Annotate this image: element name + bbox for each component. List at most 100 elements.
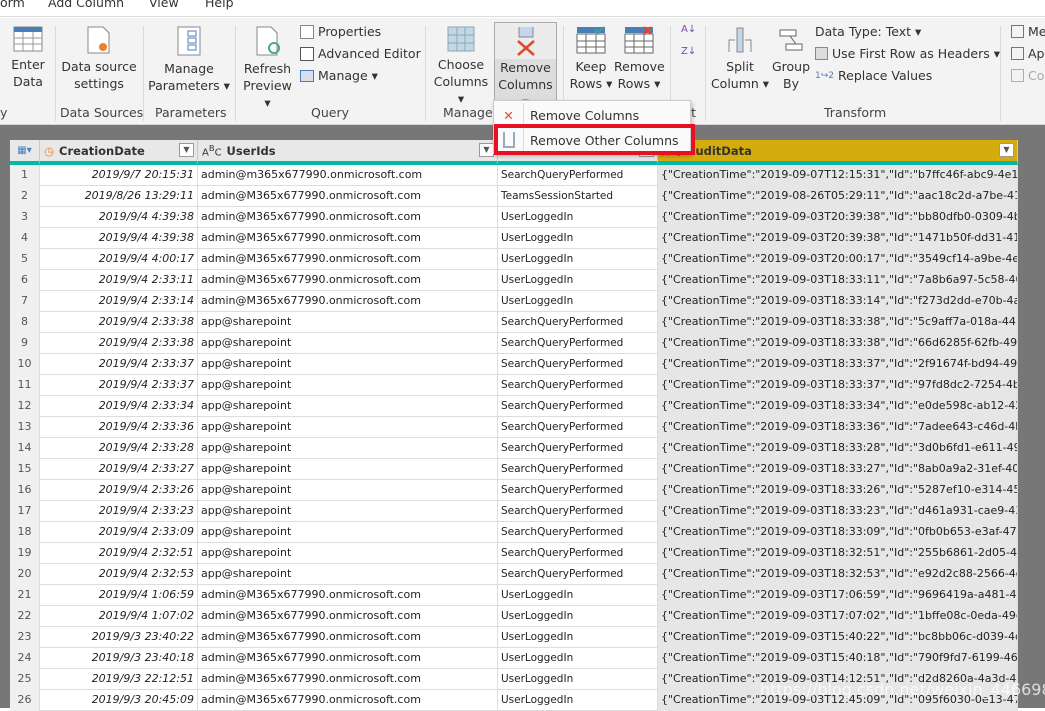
choose-columns-button[interactable]: Choose Columns ▾ bbox=[430, 26, 492, 107]
userids-cell[interactable]: app@sharepoint bbox=[198, 564, 498, 585]
row-number[interactable]: 4 bbox=[10, 228, 40, 249]
manage-parameters-button[interactable]: Manage Parameters ▾ bbox=[148, 26, 230, 94]
userids-cell[interactable]: admin@M365x677990.onmicrosoft.com bbox=[198, 585, 498, 606]
creation-date-cell[interactable]: 2019/9/7 20:15:31 bbox=[40, 165, 198, 186]
auditdata-cell[interactable]: {"CreationTime":"2019-09-03T18:33:36","I… bbox=[658, 417, 1018, 438]
auditdata-cell[interactable]: {"CreationTime":"2019-09-03T18:32:53","I… bbox=[658, 564, 1018, 585]
merge-queries-button[interactable]: Me bbox=[1011, 24, 1045, 39]
creation-date-cell[interactable]: 2019/9/4 2:33:23 bbox=[40, 501, 198, 522]
operation-cell[interactable]: SearchQueryPerformed bbox=[498, 417, 658, 438]
userids-cell[interactable]: app@sharepoint bbox=[198, 333, 498, 354]
combine-files-button[interactable]: Co bbox=[1011, 68, 1044, 83]
operation-cell[interactable]: UserLoggedIn bbox=[498, 291, 658, 312]
auditdata-cell[interactable]: {"CreationTime":"2019-09-03T18:33:38","I… bbox=[658, 312, 1018, 333]
row-number[interactable]: 22 bbox=[10, 606, 40, 627]
creation-date-cell[interactable]: 2019/9/4 2:33:37 bbox=[40, 375, 198, 396]
remove-columns-button[interactable]: RemoveColumns ▾ bbox=[494, 22, 557, 110]
operation-cell[interactable]: SearchQueryPerformed bbox=[498, 522, 658, 543]
tab-view[interactable]: View bbox=[149, 0, 179, 10]
filter-dropdown[interactable]: ▼ bbox=[999, 143, 1014, 157]
userids-cell[interactable]: admin@M365x677990.onmicrosoft.com bbox=[198, 207, 498, 228]
row-number[interactable]: 13 bbox=[10, 417, 40, 438]
split-column-button[interactable]: Split Column ▾ bbox=[710, 26, 770, 92]
row-number[interactable]: 17 bbox=[10, 501, 40, 522]
userids-cell[interactable]: app@sharepoint bbox=[198, 480, 498, 501]
auditdata-cell[interactable]: {"CreationTime":"2019-09-03T18:33:38","I… bbox=[658, 333, 1018, 354]
operation-cell[interactable]: UserLoggedIn bbox=[498, 627, 658, 648]
row-number[interactable]: 10 bbox=[10, 354, 40, 375]
creation-date-cell[interactable]: 2019/9/3 22:12:51 bbox=[40, 669, 198, 690]
auditdata-cell[interactable]: {"CreationTime":"2019-09-03T18:33:26","I… bbox=[658, 480, 1018, 501]
creation-date-cell[interactable]: 2019/8/26 13:29:11 bbox=[40, 186, 198, 207]
column-header-auditdata[interactable]: ABCAuditData▼ bbox=[658, 140, 1018, 165]
creation-date-cell[interactable]: 2019/9/4 2:33:14 bbox=[40, 291, 198, 312]
auditdata-cell[interactable]: {"CreationTime":"2019-09-03T15:40:18","I… bbox=[658, 648, 1018, 669]
auditdata-cell[interactable]: {"CreationTime":"2019-09-03T18:33:28","I… bbox=[658, 438, 1018, 459]
userids-cell[interactable]: app@sharepoint bbox=[198, 354, 498, 375]
userids-cell[interactable]: admin@M365x677990.onmicrosoft.com bbox=[198, 291, 498, 312]
auditdata-cell[interactable]: {"CreationTime":"2019-09-03T18:33:37","I… bbox=[658, 375, 1018, 396]
replace-values-button[interactable]: 1↪2 Replace Values bbox=[815, 68, 932, 83]
auditdata-cell[interactable]: {"CreationTime":"2019-09-03T18:33:09","I… bbox=[658, 522, 1018, 543]
append-queries-button[interactable]: Ap bbox=[1011, 46, 1045, 61]
keep-rows-button[interactable]: Keep Rows ▾ bbox=[568, 26, 614, 92]
operation-cell[interactable]: SearchQueryPerformed bbox=[498, 375, 658, 396]
auditdata-cell[interactable]: {"CreationTime":"2019-09-03T17:07:02","I… bbox=[658, 606, 1018, 627]
auditdata-cell[interactable]: {"CreationTime":"2019-09-03T18:32:51","I… bbox=[658, 543, 1018, 564]
creation-date-cell[interactable]: 2019/9/4 2:32:51 bbox=[40, 543, 198, 564]
auditdata-cell[interactable]: {"CreationTime":"2019-09-03T18:33:34","I… bbox=[658, 396, 1018, 417]
row-number[interactable]: 20 bbox=[10, 564, 40, 585]
row-number[interactable]: 8 bbox=[10, 312, 40, 333]
operation-cell[interactable]: SearchQueryPerformed bbox=[498, 165, 658, 186]
use-first-row-as-headers-button[interactable]: Use First Row as Headers ▾ bbox=[815, 46, 1000, 61]
operation-cell[interactable]: SearchQueryPerformed bbox=[498, 396, 658, 417]
manage-button[interactable]: Manage ▾ bbox=[300, 68, 378, 83]
auditdata-cell[interactable]: {"CreationTime":"2019-09-03T18:33:37","I… bbox=[658, 354, 1018, 375]
userids-cell[interactable]: admin@M365x677990.onmicrosoft.com bbox=[198, 627, 498, 648]
operation-cell[interactable]: UserLoggedIn bbox=[498, 648, 658, 669]
row-number[interactable]: 19 bbox=[10, 543, 40, 564]
operation-cell[interactable]: UserLoggedIn bbox=[498, 249, 658, 270]
row-number[interactable]: 11 bbox=[10, 375, 40, 396]
userids-cell[interactable]: app@sharepoint bbox=[198, 522, 498, 543]
auditdata-cell[interactable]: {"CreationTime":"2019-08-26T05:29:11","I… bbox=[658, 186, 1018, 207]
creation-date-cell[interactable]: 2019/9/4 2:33:38 bbox=[40, 312, 198, 333]
creation-date-cell[interactable]: 2019/9/4 4:39:38 bbox=[40, 228, 198, 249]
creation-date-cell[interactable]: 2019/9/4 1:06:59 bbox=[40, 585, 198, 606]
properties-button[interactable]: Properties bbox=[300, 24, 381, 39]
creation-date-cell[interactable]: 2019/9/4 2:33:34 bbox=[40, 396, 198, 417]
userids-cell[interactable]: app@sharepoint bbox=[198, 459, 498, 480]
tab-add-column[interactable]: Add Column bbox=[48, 0, 124, 10]
creation-date-cell[interactable]: 2019/9/4 1:07:02 bbox=[40, 606, 198, 627]
operation-cell[interactable]: UserLoggedIn bbox=[498, 606, 658, 627]
data-source-settings-button[interactable]: Data source settings bbox=[60, 26, 138, 92]
auditdata-cell[interactable]: {"CreationTime":"2019-09-03T18:33:14","I… bbox=[658, 291, 1018, 312]
sort-descending-button[interactable]: Z↓ bbox=[681, 46, 696, 57]
auditdata-cell[interactable]: {"CreationTime":"2019-09-07T12:15:31","I… bbox=[658, 165, 1018, 186]
filter-dropdown[interactable]: ▼ bbox=[479, 143, 494, 157]
row-number[interactable]: 25 bbox=[10, 669, 40, 690]
row-number[interactable]: 21 bbox=[10, 585, 40, 606]
auditdata-cell[interactable]: {"CreationTime":"2019-09-03T15:40:22","I… bbox=[658, 627, 1018, 648]
row-number[interactable]: 18 bbox=[10, 522, 40, 543]
userids-cell[interactable]: admin@M365x677990.onmicrosoft.com bbox=[198, 186, 498, 207]
userids-cell[interactable]: admin@M365x677990.onmicrosoft.com bbox=[198, 228, 498, 249]
creation-date-cell[interactable]: 2019/9/4 2:33:38 bbox=[40, 333, 198, 354]
data-type-dropdown[interactable]: Data Type: Text ▾ bbox=[815, 24, 921, 39]
operation-cell[interactable]: SearchQueryPerformed bbox=[498, 312, 658, 333]
row-number[interactable]: 14 bbox=[10, 438, 40, 459]
userids-cell[interactable]: admin@M365x677990.onmicrosoft.com bbox=[198, 606, 498, 627]
row-number[interactable]: 12 bbox=[10, 396, 40, 417]
table-menu-button[interactable]: ▦▾ bbox=[10, 140, 40, 165]
row-number[interactable]: 24 bbox=[10, 648, 40, 669]
userids-cell[interactable]: admin@m365x677990.onmicrosoft.com bbox=[198, 165, 498, 186]
creation-date-cell[interactable]: 2019/9/4 2:33:37 bbox=[40, 354, 198, 375]
column-header-creationdate[interactable]: ◷ CreationDate ▼ bbox=[40, 140, 198, 165]
group-by-button[interactable]: Group By bbox=[770, 26, 812, 92]
column-header-userids[interactable]: ABC UserIds ▼ bbox=[198, 140, 498, 165]
remove-rows-button[interactable]: Remove Rows ▾ bbox=[614, 26, 665, 92]
row-number[interactable]: 1 bbox=[10, 165, 40, 186]
creation-date-cell[interactable]: 2019/9/3 23:40:22 bbox=[40, 627, 198, 648]
auditdata-cell[interactable]: {"CreationTime":"2019-09-03T17:06:59","I… bbox=[658, 585, 1018, 606]
userids-cell[interactable]: app@sharepoint bbox=[198, 543, 498, 564]
